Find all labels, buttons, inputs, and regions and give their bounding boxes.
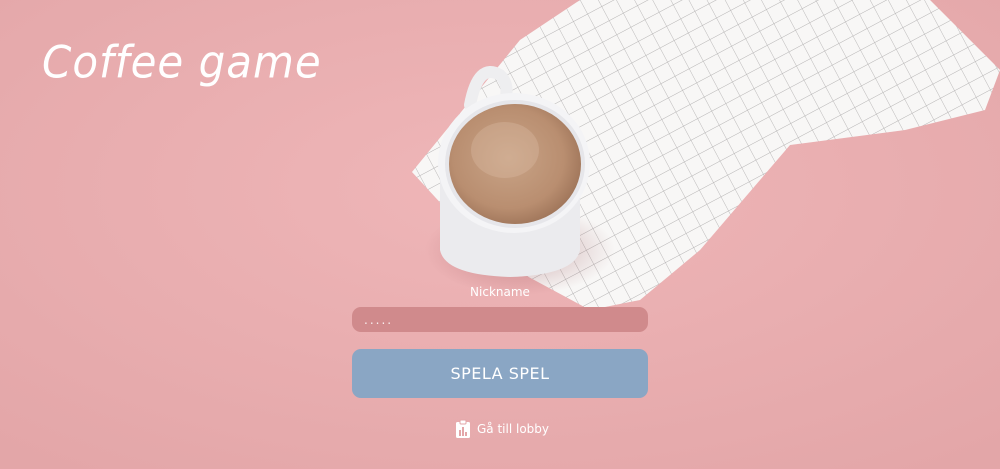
go-to-lobby-label: Gå till lobby [477, 422, 549, 436]
play-game-button[interactable]: SPELA SPEL [352, 349, 648, 398]
nickname-label: Nickname [470, 285, 530, 299]
clipboard-chart-icon [455, 419, 471, 439]
nickname-input[interactable] [352, 307, 648, 332]
go-to-lobby-link[interactable]: Gå till lobby [455, 419, 549, 439]
app-title: Coffee game [42, 36, 322, 89]
